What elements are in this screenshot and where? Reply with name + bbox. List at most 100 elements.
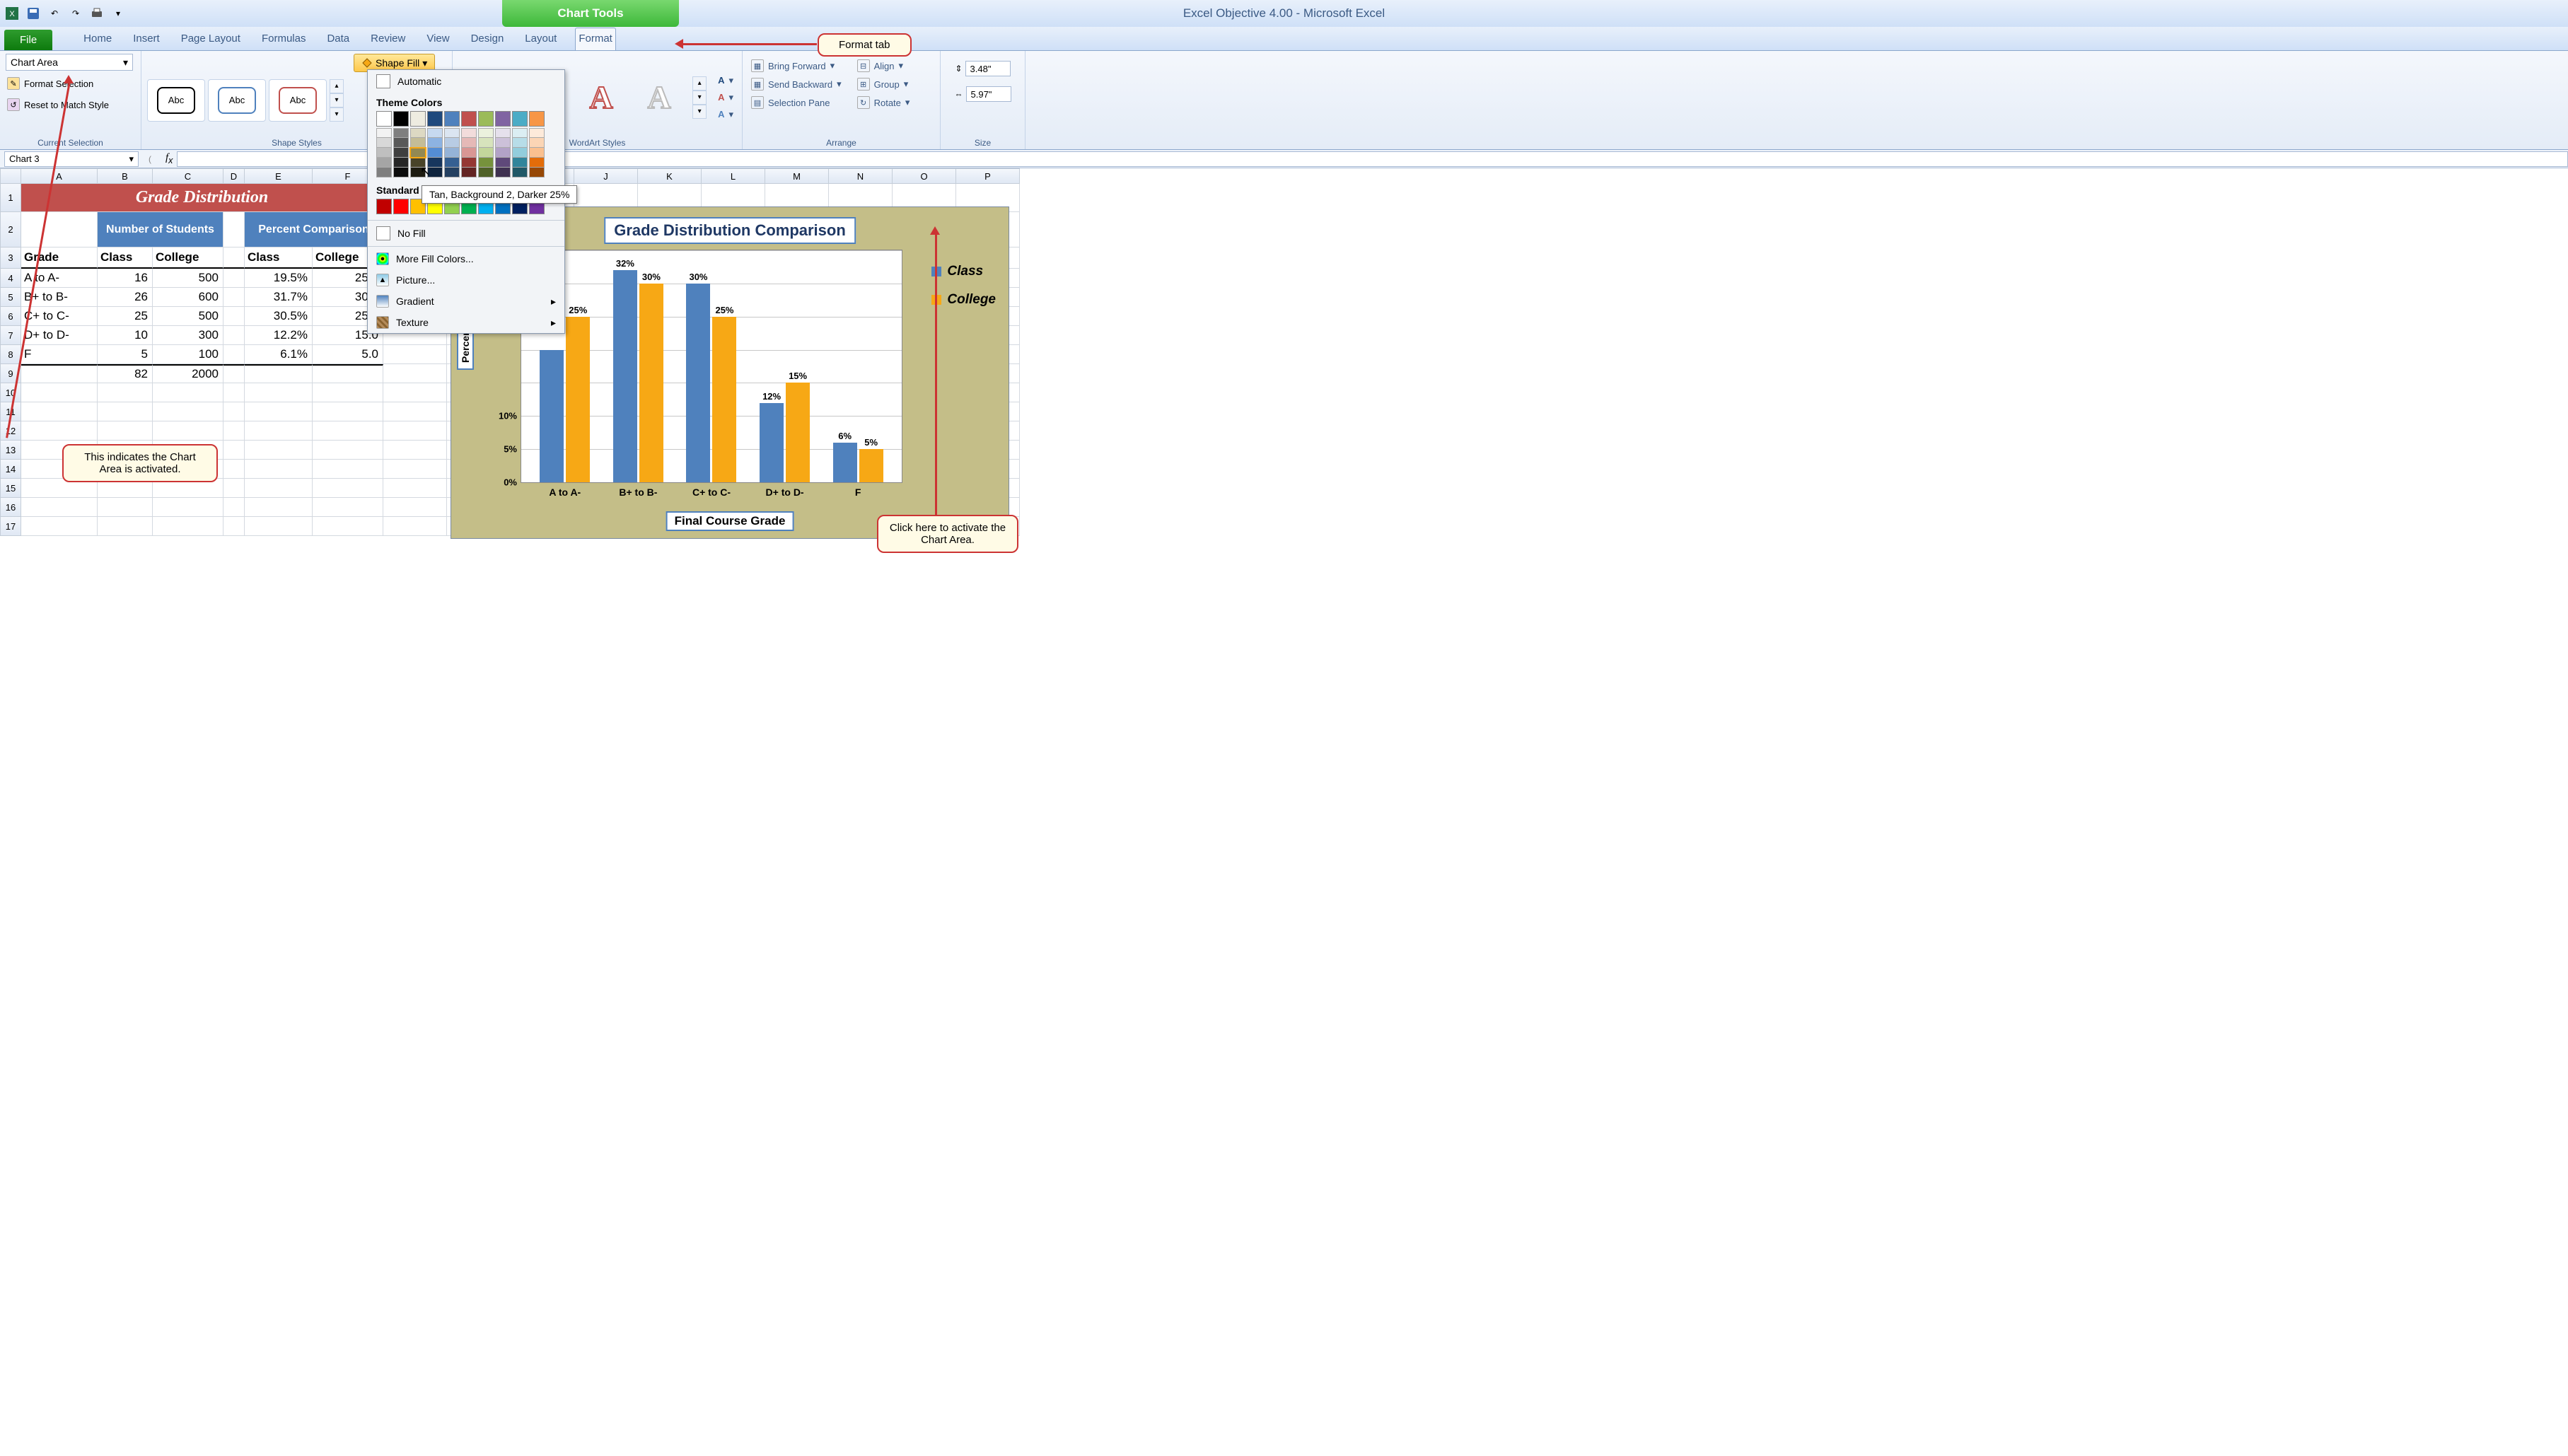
tab-layout[interactable]: Layout [522, 28, 559, 50]
cell-B16[interactable] [98, 498, 153, 517]
cell-B6[interactable]: 25 [98, 307, 153, 326]
reset-match-style-button[interactable]: ↺ Reset to Match Style [6, 96, 135, 113]
theme-tint-6-1[interactable] [478, 138, 494, 148]
theme-tint-9-2[interactable] [529, 148, 545, 158]
theme-color-2[interactable] [410, 111, 426, 127]
cell-E15[interactable] [245, 479, 313, 498]
shape-width-input[interactable]: 5.97" [966, 86, 1011, 102]
cell-D10[interactable] [223, 383, 245, 402]
cell-F17[interactable] [313, 517, 383, 536]
cell-D3[interactable] [223, 247, 245, 269]
theme-tint-3-0[interactable] [427, 128, 443, 138]
cell-B17[interactable] [98, 517, 153, 536]
cell-G14[interactable] [383, 460, 447, 479]
bar-group-2[interactable]: 30%25%C+ to C- [675, 250, 748, 482]
row-header-12[interactable]: 12 [0, 421, 21, 441]
bring-forward-button[interactable]: ▦Bring Forward ▾ [748, 58, 844, 74]
theme-tint-4-3[interactable] [444, 158, 460, 168]
theme-tint-7-2[interactable] [495, 148, 511, 158]
theme-tint-5-3[interactable] [461, 158, 477, 168]
bar-group-4[interactable]: 6%5%F [821, 250, 895, 482]
cell-B12[interactable] [98, 421, 153, 441]
cell-B5[interactable]: 26 [98, 288, 153, 307]
row-header-5[interactable]: 5 [0, 288, 21, 307]
theme-color-1[interactable] [393, 111, 409, 127]
bar-college-4[interactable]: 5% [859, 449, 883, 482]
cell-D13[interactable] [223, 441, 245, 460]
cell-C8[interactable]: 100 [153, 345, 223, 364]
cell-D11[interactable] [223, 402, 245, 421]
row-header-14[interactable]: 14 [0, 460, 21, 479]
undo-icon[interactable]: ↶ [45, 4, 64, 23]
tab-home[interactable]: Home [81, 28, 115, 50]
chart-x-axis-title[interactable]: Final Course Grade [666, 511, 794, 531]
col-header-D[interactable]: D [223, 168, 245, 184]
theme-tint-3-2[interactable] [427, 148, 443, 158]
theme-tint-4-1[interactable] [444, 138, 460, 148]
save-icon[interactable] [24, 4, 42, 23]
cell-G12[interactable] [383, 421, 447, 441]
cell-C9[interactable]: 2000 [153, 364, 223, 383]
cell-F10[interactable] [313, 383, 383, 402]
wordart-style-red[interactable]: A [576, 76, 626, 119]
cell-G17[interactable] [383, 517, 447, 536]
chart-legend[interactable]: Class College [931, 264, 996, 320]
cell-B9[interactable]: 82 [98, 364, 153, 383]
gradient-fill-option[interactable]: Gradient ▸ [368, 291, 564, 312]
shape-style-1[interactable]: Abc [147, 79, 205, 122]
theme-tint-1-3[interactable] [393, 158, 409, 168]
theme-tint-6-2[interactable] [478, 148, 494, 158]
cell-F16[interactable] [313, 498, 383, 517]
cell-C6[interactable]: 500 [153, 307, 223, 326]
cell-G10[interactable] [383, 383, 447, 402]
tab-insert[interactable]: Insert [130, 28, 163, 50]
cell-C4[interactable]: 500 [153, 269, 223, 288]
cell-E6[interactable]: 30.5% [245, 307, 313, 326]
col-header-J[interactable]: J [574, 168, 638, 184]
theme-tint-9-4[interactable] [529, 168, 545, 177]
row-header-3[interactable]: 3 [0, 247, 21, 269]
row-header-7[interactable]: 7 [0, 326, 21, 345]
name-box[interactable]: Chart 3 ▾ [4, 151, 139, 167]
theme-tint-8-0[interactable] [512, 128, 528, 138]
cell-E10[interactable] [245, 383, 313, 402]
wordart-style-gray[interactable]: A [634, 76, 684, 119]
theme-tint-7-1[interactable] [495, 138, 511, 148]
cell-B11[interactable] [98, 402, 153, 421]
theme-tint-1-0[interactable] [393, 128, 409, 138]
col-header-P[interactable]: P [956, 168, 1020, 184]
theme-tint-4-0[interactable] [444, 128, 460, 138]
cell-E2[interactable]: Percent Comparison [245, 212, 383, 247]
bar-group-1[interactable]: 32%30%B+ to B- [602, 250, 675, 482]
col-header-K[interactable]: K [638, 168, 702, 184]
chart-title[interactable]: Grade Distribution Comparison [604, 217, 856, 244]
shape-height-input[interactable]: 3.48" [965, 61, 1011, 76]
col-header-M[interactable]: M [765, 168, 829, 184]
theme-tint-1-4[interactable] [393, 168, 409, 177]
cell-E4[interactable]: 19.5% [245, 269, 313, 288]
bar-class-1[interactable]: 32% [613, 270, 637, 482]
row-header-6[interactable]: 6 [0, 307, 21, 326]
text-fill-button[interactable]: A▾ [715, 74, 736, 88]
bar-class-2[interactable]: 30% [686, 284, 710, 482]
cell-C10[interactable] [153, 383, 223, 402]
theme-tint-8-2[interactable] [512, 148, 528, 158]
bar-college-0[interactable]: 25% [566, 317, 590, 482]
theme-tint-2-0[interactable] [410, 128, 426, 138]
cell-D5[interactable] [223, 288, 245, 307]
cell-F14[interactable] [313, 460, 383, 479]
theme-tint-4-4[interactable] [444, 168, 460, 177]
theme-tint-5-1[interactable] [461, 138, 477, 148]
theme-tint-5-2[interactable] [461, 148, 477, 158]
cell-F11[interactable] [313, 402, 383, 421]
theme-tint-1-1[interactable] [393, 138, 409, 148]
standard-color-1[interactable] [393, 199, 409, 214]
cell-C16[interactable] [153, 498, 223, 517]
theme-color-8[interactable] [512, 111, 528, 127]
col-header-O[interactable]: O [893, 168, 956, 184]
row-header-15[interactable]: 15 [0, 479, 21, 498]
col-header-B[interactable]: B [98, 168, 153, 184]
cell-D2[interactable] [223, 212, 245, 247]
no-fill-option[interactable]: No Fill [368, 222, 564, 245]
cell-E8[interactable]: 6.1% [245, 345, 313, 364]
